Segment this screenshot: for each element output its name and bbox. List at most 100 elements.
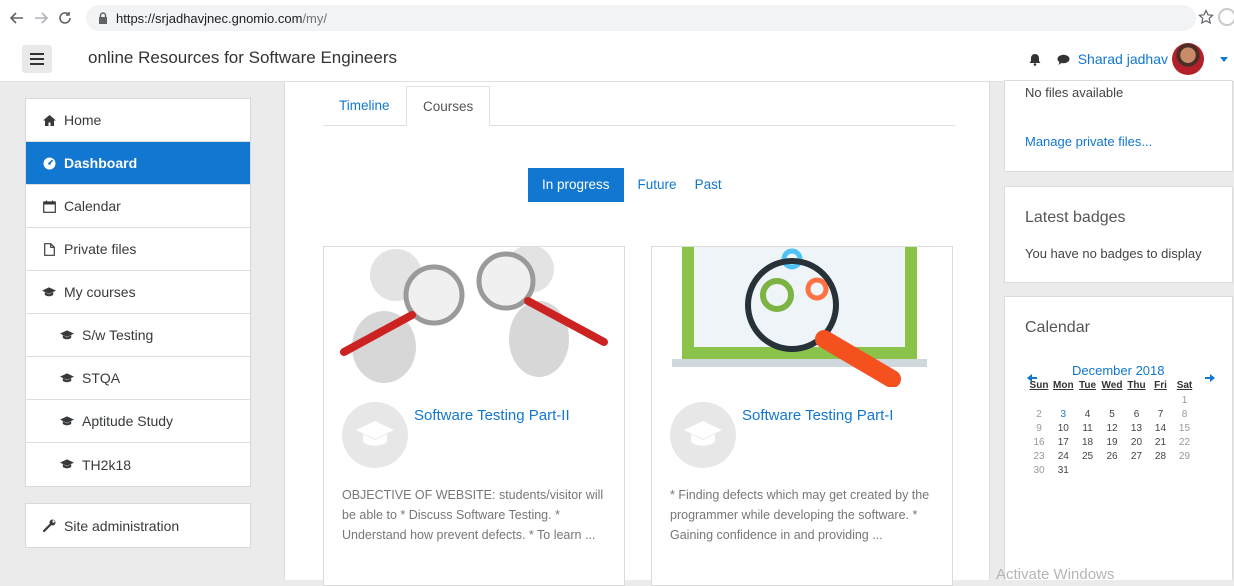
calendar-day[interactable]: 29 <box>1172 449 1196 463</box>
course-image-magnifier-figures[interactable] <box>324 247 624 387</box>
course-card[interactable]: Software Testing Part-I * Finding defect… <box>651 246 953 586</box>
overview-tabs: Timeline Courses <box>323 86 955 126</box>
calendar-day[interactable]: 4 <box>1076 407 1100 421</box>
calendar-day[interactable]: 10 <box>1051 421 1076 435</box>
weekday-header: Sat <box>1176 379 1193 391</box>
tab-timeline[interactable]: Timeline <box>323 86 406 126</box>
main-nav: Home Dashboard Calendar Private files My… <box>25 98 251 487</box>
calendar-day[interactable] <box>1076 393 1100 407</box>
course-image-laptop-magnifier[interactable] <box>652 247 952 387</box>
right-block-region: No files available Manage private files.… <box>990 80 1234 580</box>
graduation-cap-icon <box>42 286 56 298</box>
star-icon[interactable] <box>1198 9 1214 30</box>
calendar-day[interactable]: 12 <box>1100 421 1125 435</box>
graduation-cap-icon <box>60 415 74 427</box>
course-summary: * Finding defects which may get created … <box>670 488 930 542</box>
lock-icon <box>98 12 108 24</box>
nav-item-dashboard[interactable]: Dashboard <box>26 142 250 185</box>
calendar-day[interactable]: 11 <box>1076 421 1100 435</box>
calendar-day[interactable]: 17 <box>1051 435 1076 449</box>
calendar-day[interactable] <box>1076 463 1100 477</box>
calendar-day[interactable]: 5 <box>1100 407 1125 421</box>
filter-past[interactable]: Past <box>691 168 736 202</box>
calendar-day[interactable]: 30 <box>1027 463 1051 477</box>
calendar-day[interactable]: 26 <box>1100 449 1125 463</box>
calendar-day[interactable]: 27 <box>1124 449 1148 463</box>
nav-item-course-sw-testing[interactable]: S/w Testing <box>26 314 250 357</box>
calendar-day[interactable] <box>1148 393 1172 407</box>
calendar-day[interactable]: 28 <box>1148 449 1172 463</box>
block-title: Latest badges <box>1025 209 1126 226</box>
calendar-day[interactable]: 19 <box>1100 435 1125 449</box>
nav-item-my-courses[interactable]: My courses <box>26 271 250 314</box>
private-files-block: No files available Manage private files.… <box>1004 80 1233 172</box>
calendar-day[interactable]: 23 <box>1027 449 1051 463</box>
calendar-day[interactable] <box>1027 393 1051 407</box>
weekday-header: Mon <box>1053 379 1074 391</box>
calendar-day[interactable]: 2 <box>1027 407 1051 421</box>
forward-arrow-icon[interactable] <box>30 7 52 29</box>
nav-item-course-th2k18[interactable]: TH2k18 <box>26 443 250 486</box>
nav-item-private-files[interactable]: Private files <box>26 228 250 271</box>
nav-item-site-administration[interactable]: Site administration <box>26 504 250 547</box>
nav-item-course-stqa[interactable]: STQA <box>26 357 250 400</box>
calendar-week-row: 9 10 11 12 13 14 15 <box>1027 421 1196 435</box>
caret-down-icon[interactable] <box>1220 56 1228 62</box>
bell-icon[interactable] <box>1029 53 1041 66</box>
calendar-day[interactable]: 16 <box>1027 435 1051 449</box>
block-title: Calendar <box>1025 319 1090 336</box>
nav-item-home[interactable]: Home <box>26 99 250 142</box>
calendar-day[interactable]: 1 <box>1172 393 1196 407</box>
address-bar[interactable]: https://srjadhavjnec.gnomio.com/my/ <box>86 5 1196 31</box>
avatar[interactable] <box>1172 43 1204 75</box>
course-card[interactable]: Software Testing Part-II OBJECTIVE OF WE… <box>323 246 625 586</box>
nav-item-course-aptitude-study[interactable]: Aptitude Study <box>26 400 250 443</box>
calendar-day[interactable]: 9 <box>1027 421 1051 435</box>
left-navigation-drawer: Home Dashboard Calendar Private files My… <box>0 82 270 580</box>
calendar-day[interactable] <box>1148 463 1172 477</box>
reload-icon[interactable] <box>54 7 76 29</box>
back-arrow-icon[interactable] <box>6 7 28 29</box>
calendar-day[interactable]: 14 <box>1148 421 1172 435</box>
chat-bubble-icon[interactable] <box>1057 54 1070 65</box>
calendar-day[interactable] <box>1100 463 1125 477</box>
calendar-day[interactable]: 21 <box>1148 435 1172 449</box>
calendar-day[interactable]: 15 <box>1172 421 1196 435</box>
nav-item-calendar[interactable]: Calendar <box>26 185 250 228</box>
calendar-day[interactable] <box>1124 393 1148 407</box>
calendar-month-title[interactable]: December 2018 <box>1072 363 1165 378</box>
calendar-day[interactable]: 24 <box>1051 449 1076 463</box>
home-icon <box>42 114 56 126</box>
menu-toggle-button[interactable] <box>22 45 52 73</box>
calendar-day[interactable]: 20 <box>1124 435 1148 449</box>
calendar-block: Calendar December 2018 Sun Mon Tue Wed T… <box>1004 296 1233 580</box>
calendar-day[interactable]: 31 <box>1051 463 1076 477</box>
course-title-link[interactable]: Software Testing Part-I <box>742 407 893 424</box>
calendar-day[interactable]: 3 <box>1051 407 1076 421</box>
calendar-day[interactable]: 7 <box>1148 407 1172 421</box>
calendar-day[interactable] <box>1172 463 1196 477</box>
weekday-header-row: Sun Mon Tue Wed Thu Fri Sat <box>1027 377 1196 393</box>
site-title[interactable]: online Resources for Software Engineers <box>88 48 397 68</box>
calendar-day[interactable]: 6 <box>1124 407 1148 421</box>
hamburger-icon <box>30 53 44 65</box>
filter-future[interactable]: Future <box>624 168 691 202</box>
calendar-day[interactable]: 18 <box>1076 435 1100 449</box>
next-month-arrow-icon[interactable] <box>1205 369 1215 387</box>
nav-item-label: Site administration <box>64 517 180 534</box>
course-title-link[interactable]: Software Testing Part-II <box>414 407 570 424</box>
graduation-cap-icon <box>60 459 74 470</box>
calendar-day[interactable]: 8 <box>1172 407 1196 421</box>
calendar-day[interactable] <box>1051 393 1076 407</box>
browser-profile-icon[interactable] <box>1218 8 1234 26</box>
filter-in-progress[interactable]: In progress <box>528 168 624 202</box>
calendar-day[interactable]: 13 <box>1124 421 1148 435</box>
manage-private-files-link[interactable]: Manage private files... <box>1025 134 1152 149</box>
calendar-day[interactable] <box>1100 393 1125 407</box>
month-calendar-grid: Sun Mon Tue Wed Thu Fri Sat 1 2 3 4 5 6 … <box>1027 377 1196 477</box>
calendar-day[interactable]: 22 <box>1172 435 1196 449</box>
calendar-day[interactable] <box>1124 463 1148 477</box>
tab-courses[interactable]: Courses <box>406 86 491 126</box>
user-name[interactable]: Sharad jadhav <box>1078 51 1168 67</box>
calendar-day[interactable]: 25 <box>1076 449 1100 463</box>
